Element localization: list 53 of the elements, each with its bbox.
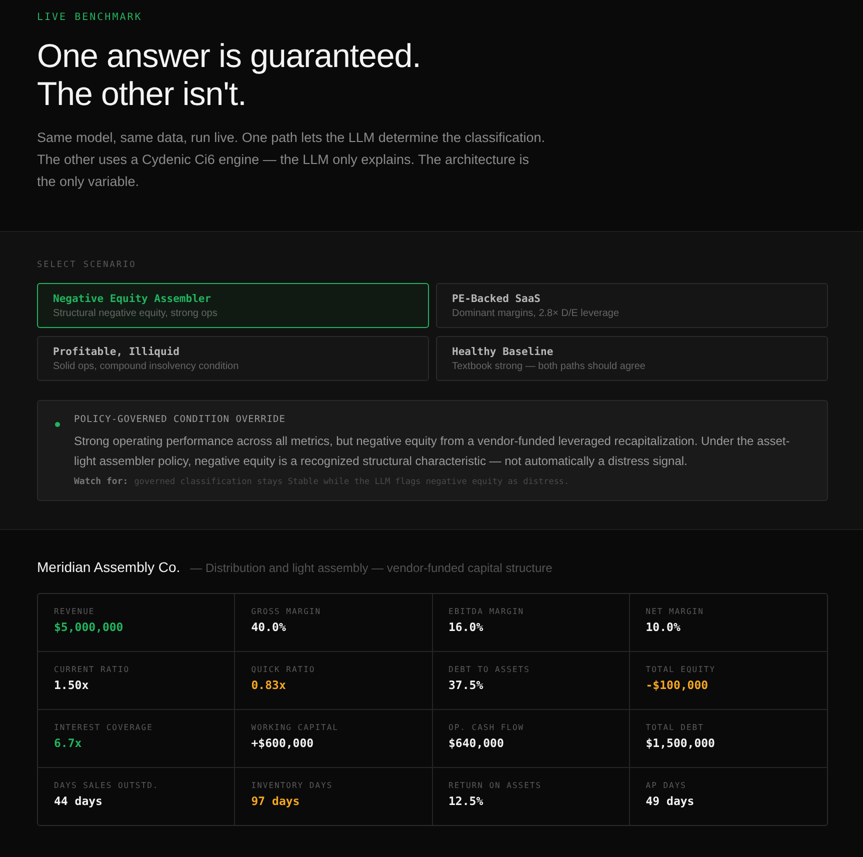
metric-value: $640,000 [448,736,505,750]
metric-label: OP. CASH FLOW [448,723,526,732]
metric-value: 44 days [54,794,104,808]
metric-label: INVENTORY DAYS [251,781,334,790]
metric-label: REVENUE [54,607,96,616]
metric-label: EBITDA MARGIN [448,607,526,616]
metric-value: 40.0% [251,620,287,634]
metric-label: WORKING CAPITAL [251,723,340,732]
metric-label: GROSS MARGIN [251,607,322,616]
company-name: Meridian Assembly Co. [37,559,180,575]
metric-label: INTEREST COVERAGE [54,723,154,732]
metric-label: QUICK RATIO [251,665,316,674]
metric-value: $1,500,000 [646,736,716,750]
metric-value: 6.7x [54,736,83,750]
metric-label: DAYS SALES OUTSTD. [54,781,160,790]
watch-label: Watch for: [74,477,128,487]
metric-value: 12.5% [448,794,484,808]
metric-value: +$600,000 [251,736,315,750]
policy-description: Strong operating performance across all metrics, but negative equity from a vendor-funded leveraged recapitalization. Under the asset-light assembler policy, negative equity is a recognized structural characteristic — not automatically a distress signal. [74,433,791,470]
metric-label: TOTAL EQUITY [646,665,717,674]
metric-label: AP DAYS [646,781,688,790]
metric-label: NET MARGIN [646,607,705,616]
metric-value: 37.5% [448,678,484,692]
metric-value: -$100,000 [646,678,710,692]
metric-value: 10.0% [646,620,682,634]
scenario-subtitle: Solid ops, compound insolvency condition [53,361,240,372]
metric-value: 97 days [251,794,301,808]
metric-value: $5,000,000 [54,620,124,634]
scenario-title: PE-Backed SaaS [452,293,542,305]
scenario-subtitle: Dominant margins, 2.8× D/E leverage [452,308,620,319]
company-description: — Distribution and light assembly — vendor-funded capital structure [190,561,552,575]
eyebrow-label: LIVE BENCHMARK [37,12,144,23]
scenario-card[interactable]: Healthy Baseline Textbook strong — both paths should agree [436,336,828,381]
scenario-subtitle: Textbook strong — both paths should agree [452,361,646,372]
headline: One answer is guaranteed. The other isn't. [37,37,422,113]
scenario-title: Negative Equity Assembler [53,293,212,305]
scenario-card[interactable]: Negative Equity Assembler Structural negative equity, strong ops [37,283,429,328]
metric-label: CURRENT RATIO [54,665,131,674]
section-label: SELECT SCENARIO [37,260,138,270]
scenario-title: Healthy Baseline [452,346,554,358]
scenario-card[interactable]: Profitable, Illiquid Solid ops, compound insolvency condition [37,336,429,381]
scenario-card[interactable]: PE-Backed SaaS Dominant margins, 2.8× D/E leverage [436,283,828,328]
policy-heading: POLICY-GOVERNED CONDITION OVERRIDE [74,414,286,425]
metric-value: 0.83x [251,678,287,692]
scenario-title: Profitable, Illiquid [53,346,180,358]
metric-label: RETURN ON ASSETS [448,781,543,790]
metric-value: 1.50x [54,678,90,692]
metric-label: DEBT TO ASSETS [448,665,531,674]
metric-value: 49 days [646,794,696,808]
metric-value: 16.0% [448,620,484,634]
scenario-subtitle: Structural negative equity, strong ops [53,308,218,319]
intro-paragraph: Same model, same data, run live. One path lets the LLM determine the classification. The other uses a Cydenic Ci6 engine — the LLM only explains. The architecture is the only variable. [37,129,546,191]
metric-label: TOTAL DEBT [646,723,705,732]
